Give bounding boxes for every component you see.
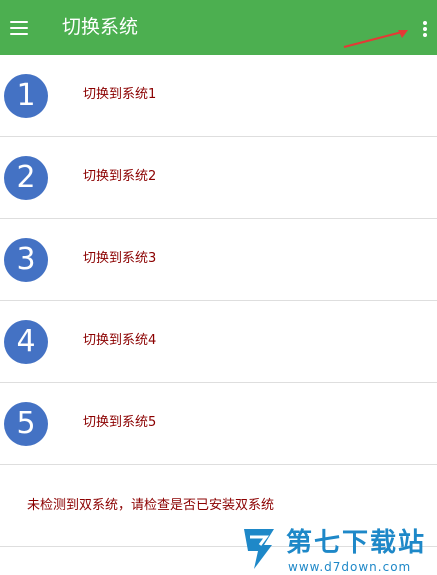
list-item-label: 切换到系统5 xyxy=(83,415,157,430)
list-item-label: 切换到系统2 xyxy=(83,169,157,184)
list-item-system-2[interactable]: 2 切换到系统2 xyxy=(0,137,437,219)
list-item-label: 切换到系统4 xyxy=(83,333,157,348)
list-item-system-3[interactable]: 3 切换到系统3 xyxy=(0,219,437,301)
list-item-system-1[interactable]: 1 切换到系统1 xyxy=(0,55,437,137)
number-badge: 1 xyxy=(4,74,48,118)
hamburger-menu-icon[interactable] xyxy=(6,14,34,42)
watermark-url: www.d7down.com xyxy=(288,560,412,574)
watermark-logo-icon xyxy=(244,529,274,569)
number-badge: 3 xyxy=(4,238,48,282)
number-badge: 5 xyxy=(4,402,48,446)
system-list: 1 切换到系统1 2 切换到系统2 3 切换到系统3 4 切换到系统4 5 切换… xyxy=(0,55,437,465)
list-item-label: 切换到系统1 xyxy=(83,87,157,102)
list-item-label: 切换到系统3 xyxy=(83,251,157,266)
number-badge: 4 xyxy=(4,320,48,364)
list-item-system-5[interactable]: 5 切换到系统5 xyxy=(0,383,437,465)
more-vert-icon[interactable] xyxy=(414,14,436,42)
annotation-arrow-icon xyxy=(343,30,408,48)
page-title: 切换系统 xyxy=(62,16,139,38)
watermark-text: 第七下载站 xyxy=(286,528,427,558)
list-item-system-4[interactable]: 4 切换到系统4 xyxy=(0,301,437,383)
number-badge: 2 xyxy=(4,156,48,200)
status-message: 未检测到双系统，请检查是否已安装双系统 xyxy=(27,498,275,513)
